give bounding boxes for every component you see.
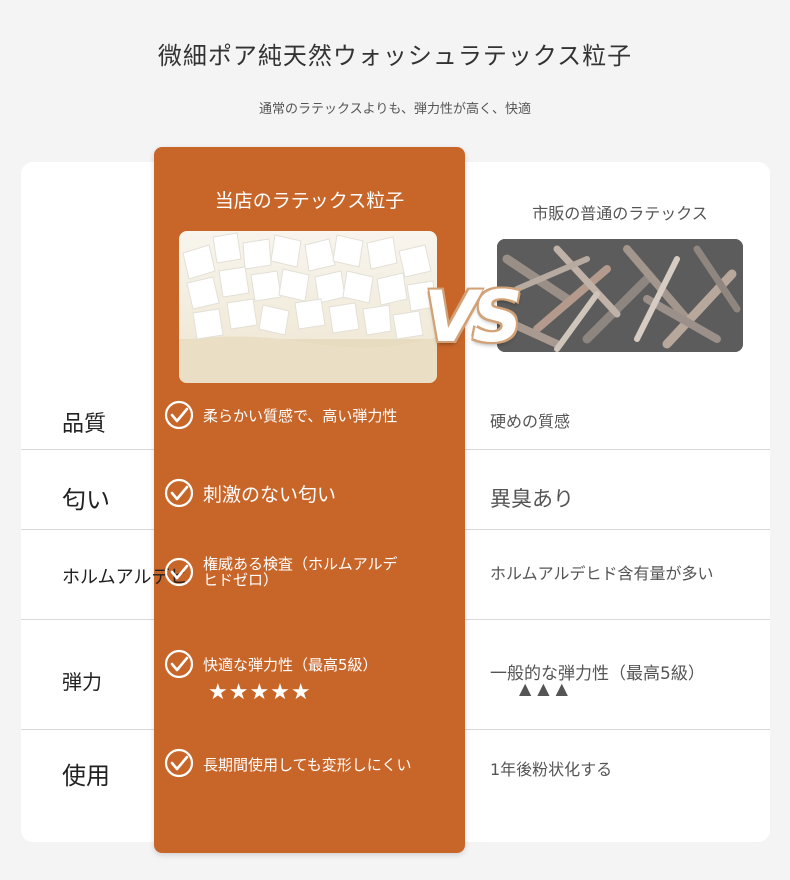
check-circle-icon xyxy=(164,557,194,587)
competitor-heading: 市販の普通のラテックス xyxy=(532,204,708,223)
page-subtitle: 通常のラテックスよりも、弾力性が高く、快適 xyxy=(259,102,531,117)
competitor-formaldehyde-text: ホルムアルデヒド含有量が多い xyxy=(490,564,714,583)
row-label-elasticity: 弾力 xyxy=(62,670,102,694)
our-odor-text: 刺激のない匂い xyxy=(203,484,337,506)
competitor-usage-text: 1年後粉状化する xyxy=(490,760,613,779)
our-quality-text: 柔らかい質感で、高い弾力性 xyxy=(203,407,398,425)
page-title: 微細ポア純天然ウォッシュラテックス粒子 xyxy=(157,42,633,70)
check-circle-icon xyxy=(164,478,194,508)
our-usage-text: 長期間使用しても変形しにくい xyxy=(203,756,412,774)
vs-label: VS xyxy=(424,276,523,358)
row-label-odor: 匂い xyxy=(62,486,110,514)
our-elasticity-text: 快適な弾力性（最高5級） xyxy=(203,656,378,674)
competitor-odor-text: 異臭あり xyxy=(490,487,574,511)
check-circle-icon xyxy=(164,649,194,679)
our-formaldehyde-text: 権威ある検査（ホルムアルデ ヒドゼロ） xyxy=(203,556,398,588)
check-circle-icon xyxy=(164,400,194,430)
partial-star-icon: ▲▲▲ xyxy=(519,679,574,698)
our-product-heading: 当店のラテックス粒子 xyxy=(214,190,405,212)
check-circle-icon xyxy=(164,748,194,778)
star-icon: ★★★★★ xyxy=(208,680,312,705)
row-label-usage: 使用 xyxy=(62,762,110,790)
row-label-quality: 品質 xyxy=(62,412,107,437)
our-formaldehyde-line1: 権威ある検査（ホルムアルデ xyxy=(203,555,398,573)
our-formaldehyde-line2: ヒドゼロ） xyxy=(203,571,279,589)
competitor-quality-text: 硬めの質感 xyxy=(490,412,571,431)
our-latex-photo xyxy=(179,231,437,383)
